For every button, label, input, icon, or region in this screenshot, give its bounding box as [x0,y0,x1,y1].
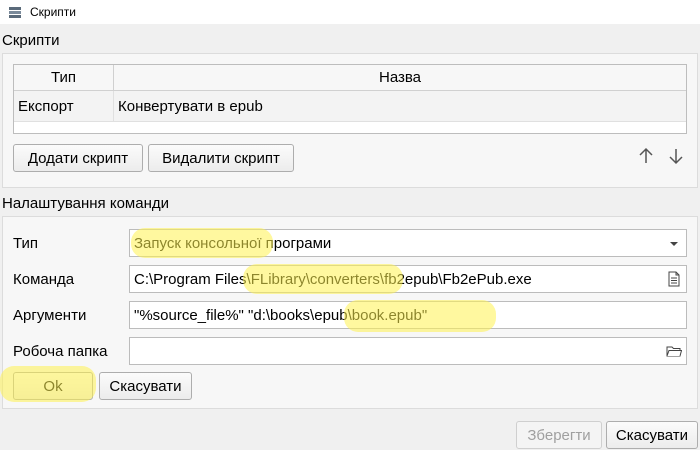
command-cancel-button[interactable]: Скасувати [99,372,192,400]
workdir-input[interactable] [129,337,687,365]
type-label: Тип [13,235,39,252]
command-input[interactable]: C:\Program Files\FLibrary\converters\fb2… [129,265,687,293]
save-button[interactable]: Зберегти [516,421,602,449]
arguments-input-value: "%source_file%" "d:\books\epub\book.epub… [134,306,428,324]
workdir-label: Робоча папка [13,343,108,360]
arguments-label: Аргументи [13,307,87,324]
table-header: Тип Назва [14,65,686,91]
table-cell-type[interactable]: Експорт [14,91,114,121]
column-header-type[interactable]: Тип [14,65,114,90]
command-section-label: Налаштування команди [2,195,169,212]
type-select[interactable]: Запуск консольної програми [129,229,687,257]
table-row[interactable]: Експорт Конвертувати в epub [14,91,686,122]
folder-icon[interactable] [666,343,682,359]
scripts-table[interactable]: Тип Назва Експорт Конвертувати в epub [13,64,687,134]
arrow-up-icon[interactable] [636,146,656,166]
file-icon[interactable] [666,271,682,287]
delete-script-button[interactable]: Видалити скрипт [148,144,294,172]
type-select-value: Запуск консольної програми [134,234,332,252]
command-label: Команда [13,271,75,288]
window-title: Скрипти [30,5,76,19]
column-header-name[interactable]: Назва [114,65,686,90]
title-bar: Скрипти [0,0,700,24]
add-script-button[interactable]: Додати скрипт [13,144,143,172]
arrow-down-icon[interactable] [666,146,686,166]
app-stack-icon [9,7,21,18]
table-cell-name[interactable]: Конвертувати в epub [114,91,686,121]
footer-cancel-button[interactable]: Скасувати [606,421,698,449]
command-input-value: C:\Program Files\FLibrary\converters\fb2… [134,270,532,288]
chevron-down-icon[interactable] [666,236,682,252]
ok-button[interactable]: Ok [13,372,93,400]
scripts-section-label: Скрипти [2,32,60,49]
arguments-input[interactable]: "%source_file%" "d:\books\epub\book.epub… [129,301,687,329]
